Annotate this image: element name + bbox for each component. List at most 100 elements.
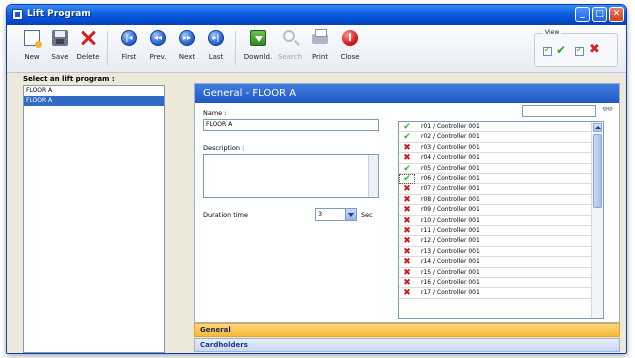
last-button[interactable]: ▸| Last [201,28,231,68]
reader-label: r01 / Controller 001 [421,123,480,130]
reader-label: r06 / Controller 001 [421,175,480,182]
duration-label: Duration time [203,211,248,219]
reader-label: r09 / Controller 001 [421,206,480,214]
reader-label: r16 / Controller 001 [421,279,480,286]
new-button[interactable]: New [17,28,47,68]
view-filter-group: View ✔ ✖ [534,29,618,67]
reader-label: r05 / Controller 001 [421,164,480,172]
reader-row[interactable]: ✖ r17 / Controller 001 [399,288,591,299]
close-button[interactable]: Close [335,28,365,68]
reader-row[interactable]: ✖ r15 / Controller 001 [399,268,591,278]
reader-row[interactable]: ✔ r06 / Controller 001 [399,174,591,185]
print-button[interactable]: Print [305,28,335,68]
reader-label: r10 / Controller 001 [421,216,480,224]
reader-row[interactable]: ✖ r11 / Controller 001 [399,226,591,237]
view-allowed-checkbox[interactable] [543,45,552,56]
denied-x-icon[interactable]: ✖ [399,195,415,205]
reader-label: r07 / Controller 001 [421,185,480,193]
reader-label: r17 / Controller 001 [421,289,480,297]
binoculars-icon[interactable]: 👓 [602,105,613,115]
denied-x-icon[interactable]: ✖ [399,216,415,226]
duration-unit: Sec [361,211,373,219]
reader-row[interactable]: ✔ r05 / Controller 001 [399,164,591,174]
duration-select[interactable]: 3 [315,208,357,221]
download-button[interactable]: Downld. [243,28,273,68]
tab-cardholders[interactable]: Cardholders [194,338,620,352]
allowed-check-icon[interactable]: ✔ [399,122,415,132]
reader-row[interactable]: ✖ r08 / Controller 001 [399,195,591,206]
save-icon [52,30,68,46]
scroll-thumb[interactable] [593,134,602,208]
denied-x-icon[interactable]: ✖ [399,184,415,194]
name-label: Name : [203,109,227,117]
scroll-up-icon[interactable] [593,123,602,132]
reader-label: r02 / Controller 001 [421,133,480,141]
search-button[interactable]: Search [275,28,305,68]
denied-x-icon[interactable]: ✖ [399,268,415,278]
last-icon: ▸| [208,30,224,46]
reader-label: r12 / Controller 001 [421,237,480,245]
denied-x-icon[interactable]: ✖ [399,247,415,257]
prev-button[interactable]: ◂◂ Prev. [143,28,173,68]
prev-icon: ◂◂ [150,30,166,46]
denied-x-icon[interactable]: ✖ [399,257,415,267]
allowed-check-icon[interactable]: ✔ [399,132,415,142]
reader-row[interactable]: ✖ r16 / Controller 001 [399,278,591,289]
printer-icon [312,29,328,44]
minimize-button[interactable]: _ [575,7,590,22]
first-icon: |◂ [121,30,137,46]
reader-grid[interactable]: ✔ r01 / Controller 001 ✔ r02 / Controller 0… [398,121,604,319]
view-denied-checkbox[interactable] [575,45,584,56]
title-bar: Lift Program _ □ ✕ [7,5,626,25]
reader-filter-input[interactable] [522,105,596,117]
first-button[interactable]: |◂ First [114,28,144,68]
name-input[interactable]: FLOOR A [203,119,379,131]
section-title: General - FLOOR A [195,84,619,103]
reader-label: r13 / Controller 001 [421,247,480,255]
reader-row[interactable]: ✖ r12 / Controller 001 [399,236,591,247]
list-item-selected[interactable]: FLOOR A [24,96,164,106]
allowed-check-icon[interactable]: ✔ [399,174,415,184]
reader-label: r04 / Controller 001 [421,154,480,162]
reader-row[interactable]: ✔ r01 / Controller 001 [399,122,591,133]
reader-row[interactable]: ✖ r10 / Controller 001 [399,216,591,226]
denied-x-icon[interactable]: ✖ [399,236,415,246]
denied-x-icon[interactable]: ✖ [399,153,415,163]
delete-button[interactable]: Delete [73,28,103,68]
reader-grid-scrollbar[interactable] [591,122,603,318]
denied-x-icon[interactable]: ✖ [399,226,415,236]
denied-x-icon[interactable]: ✖ [399,205,415,215]
lift-program-window: Lift Program _ □ ✕ New Save Delete |◂ Fi… [6,4,627,354]
general-panel: General - FLOOR A Name : FLOOR A Descrip… [194,83,620,323]
reader-row[interactable]: ✖ r04 / Controller 001 [399,153,591,164]
new-icon [24,30,42,48]
reader-row[interactable]: ✖ r13 / Controller 001 [399,247,591,258]
reader-row[interactable]: ✖ r09 / Controller 001 [399,205,591,216]
maximize-button[interactable]: □ [592,7,607,22]
description-scrollbar[interactable] [368,155,378,197]
next-button[interactable]: ▸▸ Next [172,28,202,68]
power-icon [342,30,358,46]
close-window-button[interactable]: ✕ [609,7,624,22]
denied-x-icon[interactable]: ✖ [399,143,415,153]
chevron-down-icon[interactable] [345,209,356,220]
denied-x-icon[interactable]: ✖ [399,278,415,288]
reader-row[interactable]: ✖ r14 / Controller 001 [399,257,591,268]
lift-program-list[interactable]: FLOOR A FLOOR A [23,85,165,353]
toolbar-separator [235,31,236,65]
reader-row[interactable]: ✔ r02 / Controller 001 [399,132,591,143]
tab-general[interactable]: General [194,323,620,337]
allowed-check-icon[interactable]: ✔ [399,164,415,174]
delete-icon [80,30,96,46]
lift-program-list-panel: Select an lift program : FLOOR A FLOOR A [7,73,167,353]
reader-row[interactable]: ✖ r07 / Controller 001 [399,184,591,195]
description-textarea[interactable] [203,154,379,198]
denied-x-icon: ✖ [589,42,600,57]
save-button[interactable]: Save [45,28,75,68]
allowed-check-icon: ✔ [556,43,567,57]
description-label: Description : [203,144,245,152]
reader-row[interactable]: ✖ r03 / Controller 001 [399,143,591,154]
denied-x-icon[interactable]: ✖ [399,288,415,298]
window-title: Lift Program [27,9,91,19]
list-item[interactable]: FLOOR A [24,86,164,96]
